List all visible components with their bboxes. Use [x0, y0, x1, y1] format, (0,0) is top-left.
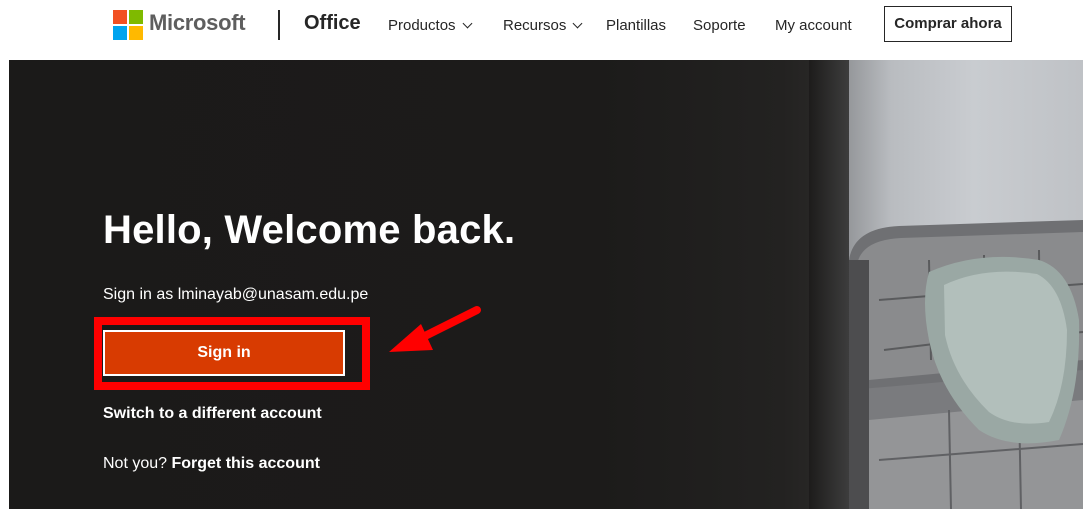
- nav-recursos[interactable]: Recursos: [503, 17, 583, 34]
- nav-label: Productos: [388, 17, 456, 34]
- account-email: lminayab@unasam.edu.pe: [177, 286, 369, 303]
- nav-plantillas[interactable]: Plantillas: [606, 17, 666, 34]
- forget-account-link[interactable]: Forget this account: [171, 455, 319, 472]
- switch-account-link[interactable]: Switch to a different account: [103, 405, 322, 423]
- buy-now-button[interactable]: Comprar ahora: [884, 6, 1012, 42]
- hero-banner: Hello, Welcome back. Sign in as lminayab…: [9, 60, 1083, 509]
- chevron-down-icon: [462, 18, 472, 29]
- brand-divider: [278, 10, 280, 40]
- welcome-heading: Hello, Welcome back.: [103, 208, 516, 252]
- hero-background-image: [809, 60, 1083, 509]
- nav-my-account[interactable]: My account: [775, 17, 852, 34]
- not-you-label: Not you?: [103, 455, 172, 472]
- not-you-text: Not you? Forget this account: [103, 455, 320, 473]
- annotation-arrow-icon: [389, 306, 481, 352]
- sofa-image: [849, 220, 1083, 509]
- nav-productos[interactable]: Productos: [388, 17, 472, 34]
- nav-soporte[interactable]: Soporte: [693, 17, 746, 34]
- nav-label: Recursos: [503, 17, 567, 34]
- chevron-down-icon: [572, 18, 583, 29]
- product-name[interactable]: Office: [304, 12, 361, 35]
- top-navigation: Microsoft Office Productos Recursos Plan…: [0, 0, 1083, 56]
- brand-name[interactable]: Microsoft: [149, 10, 246, 36]
- signin-prefix: Sign in as: [103, 286, 178, 303]
- sign-in-button[interactable]: Sign in: [103, 330, 345, 376]
- signin-as-text: Sign in as lminayab@unasam.edu.pe: [103, 286, 368, 304]
- microsoft-logo-icon[interactable]: [113, 10, 143, 40]
